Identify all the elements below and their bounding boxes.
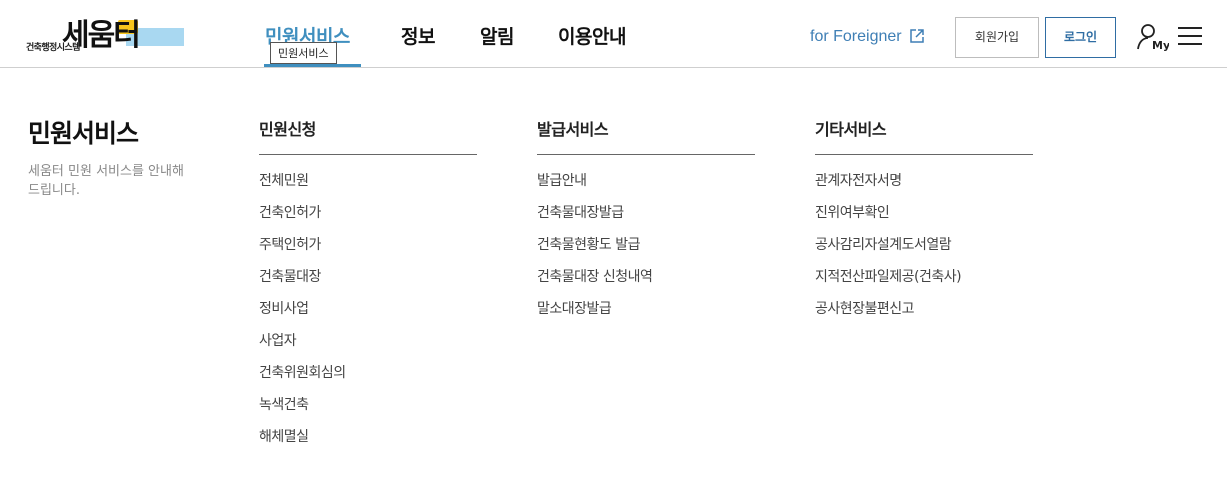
login-button[interactable]: 로그인 (1045, 17, 1116, 58)
nav-item-notice[interactable]: 알림 (480, 22, 514, 49)
menu-link[interactable]: 건축위원회심의 (259, 363, 477, 395)
menu-link[interactable]: 건축물현황도 발급 (537, 235, 755, 267)
site-logo[interactable]: 세움터 건축행정시스템 (26, 14, 184, 54)
user-my-icon[interactable]: My (1137, 22, 1170, 52)
logo-subtitle: 건축행정시스템 (26, 43, 80, 53)
menu-link[interactable]: 건축인허가 (259, 203, 477, 235)
for-foreigner-link[interactable]: for Foreigner (810, 28, 924, 46)
menu-link[interactable]: 공사감리자설계도서열람 (815, 235, 1033, 267)
menu-link[interactable]: 사업자 (259, 331, 477, 363)
column-heading[interactable]: 발급서비스 (537, 116, 755, 155)
join-button[interactable]: 회원가입 (955, 17, 1039, 58)
column-link-list: 관계자전자서명 진위여부확인 공사감리자설계도서열람 지적전산파일제공(건축사)… (815, 155, 1033, 331)
menu-link[interactable]: 해체멸실 (259, 427, 477, 459)
nav-active-underline (264, 64, 361, 67)
menu-link[interactable]: 관계자전자서명 (815, 171, 1033, 203)
menu-link[interactable]: 건축물대장발급 (537, 203, 755, 235)
column-link-list: 전체민원 건축인허가 주택인허가 건축물대장 정비사업 사업자 건축위원회심의 … (259, 155, 477, 459)
column-link-list: 발급안내 건축물대장발급 건축물현황도 발급 건축물대장 신청내역 말소대장발급 (537, 155, 755, 331)
mega-menu-title: 민원서비스 (28, 119, 139, 148)
menu-link[interactable]: 발급안내 (537, 171, 755, 203)
site-header: 세움터 건축행정시스템 민원서비스 정보 알림 이용안내 민원서비스 for F… (0, 0, 1227, 68)
menu-link[interactable]: 정비사업 (259, 299, 477, 331)
menu-link[interactable]: 건축물대장 신청내역 (537, 267, 755, 299)
menu-link[interactable]: 전체민원 (259, 171, 477, 203)
nav-tooltip: 민원서비스 (270, 42, 337, 64)
nav-item-guide[interactable]: 이용안내 (558, 22, 626, 49)
column-heading[interactable]: 민원신청 (259, 116, 477, 155)
nav-item-info[interactable]: 정보 (401, 22, 435, 49)
menu-link[interactable]: 진위여부확인 (815, 203, 1033, 235)
menu-link[interactable]: 공사현장불편신고 (815, 299, 1033, 331)
mega-menu-description: 세움터 민원 서비스를 안내해드립니다. (28, 164, 184, 198)
menu-link[interactable]: 지적전산파일제공(건축사) (815, 267, 1033, 299)
column-heading[interactable]: 기타서비스 (815, 116, 1033, 155)
menu-link[interactable]: 말소대장발급 (537, 299, 755, 331)
menu-column-other: 기타서비스 관계자전자서명 진위여부확인 공사감리자설계도서열람 지적전산파일제… (815, 116, 1033, 331)
my-label: My (1152, 39, 1169, 52)
menu-link[interactable]: 건축물대장 (259, 267, 477, 299)
hamburger-menu-icon[interactable] (1178, 26, 1202, 46)
for-foreigner-label: for Foreigner (810, 28, 902, 45)
menu-link[interactable]: 주택인허가 (259, 235, 477, 267)
menu-column-apply: 민원신청 전체민원 건축인허가 주택인허가 건축물대장 정비사업 사업자 건축위… (259, 116, 477, 459)
menu-column-issue: 발급서비스 발급안내 건축물대장발급 건축물현황도 발급 건축물대장 신청내역 … (537, 116, 755, 331)
external-link-icon (910, 29, 924, 43)
menu-link[interactable]: 녹색건축 (259, 395, 477, 427)
